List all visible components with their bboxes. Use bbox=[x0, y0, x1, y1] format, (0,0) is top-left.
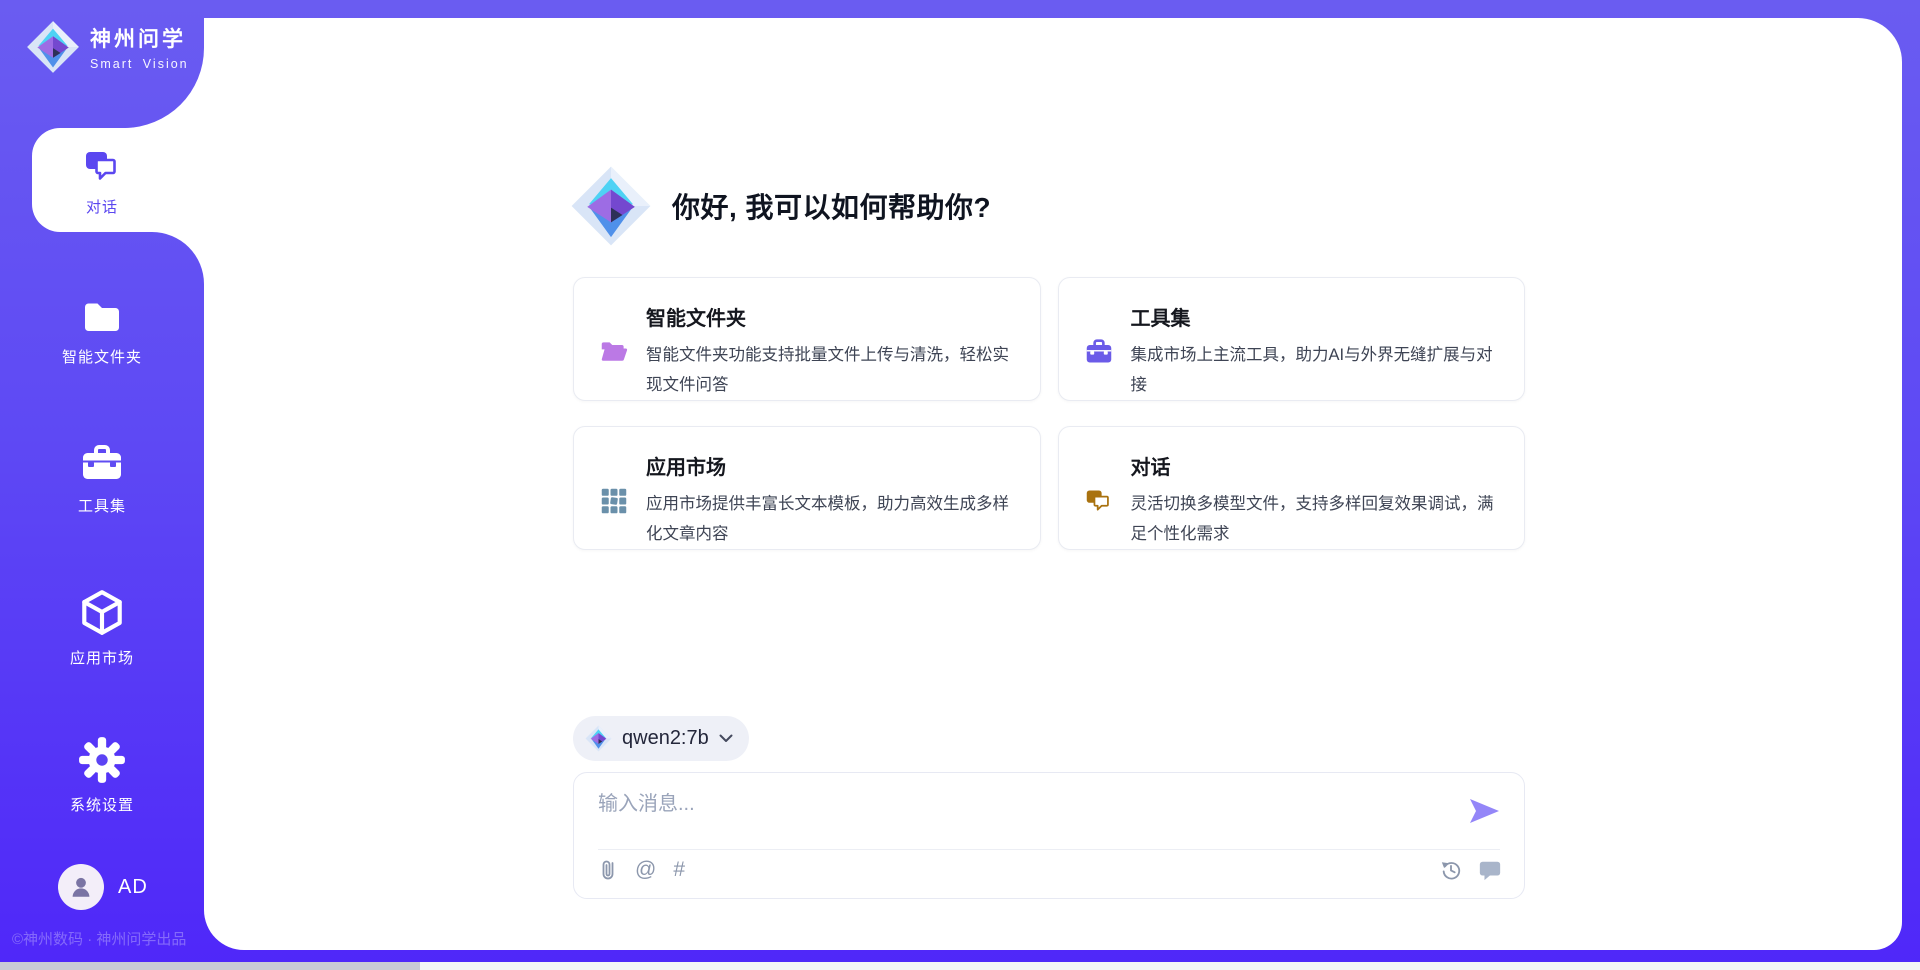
grid-icon bbox=[600, 453, 628, 549]
hashtag-icon[interactable]: # bbox=[673, 858, 685, 882]
model-selector[interactable]: qwen2:7b bbox=[573, 716, 749, 761]
scrollbar-thumb[interactable] bbox=[0, 962, 420, 970]
card-chat[interactable]: 对话 灵活切换多模型文件，支持多样回复效果调试，满足个性化需求 bbox=[1058, 426, 1526, 550]
gear-icon bbox=[77, 735, 127, 785]
toolbox-icon bbox=[79, 444, 125, 486]
model-diamond-icon bbox=[585, 725, 612, 752]
horizontal-scrollbar[interactable] bbox=[0, 962, 1920, 970]
sidebar-item-smart-folder[interactable]: 智能文件夹 bbox=[0, 284, 204, 380]
greeting-title: 你好, 我可以如何帮助你? bbox=[672, 186, 991, 226]
greeting: 你好, 我可以如何帮助你? bbox=[570, 160, 991, 252]
sidebar-item-label: 系统设置 bbox=[70, 794, 134, 815]
brand-subtitle: Smart Vision bbox=[90, 57, 189, 71]
folder-icon bbox=[79, 297, 125, 337]
card-description: 智能文件夹功能支持批量文件上传与清洗，轻松实现文件问答 bbox=[646, 340, 1014, 400]
card-description: 灵活切换多模型文件，支持多样回复效果调试，满足个性化需求 bbox=[1131, 489, 1499, 549]
toolbox-icon bbox=[1085, 304, 1113, 400]
card-title: 应用市场 bbox=[646, 451, 1014, 480]
feature-cards: 智能文件夹 智能文件夹功能支持批量文件上传与清洗，轻松实现文件问答 工具集 集成… bbox=[573, 277, 1525, 550]
brand-name: 神州问学 bbox=[90, 23, 189, 53]
brand-diamond-icon bbox=[26, 20, 80, 74]
copyright-footer: ©神州数码 · 神州问学出品 bbox=[12, 928, 186, 949]
message-input[interactable] bbox=[598, 787, 1448, 843]
chat-icon bbox=[81, 147, 123, 187]
sidebar-item-label: 应用市场 bbox=[70, 647, 134, 668]
card-description: 集成市场上主流工具，助力AI与外界无缝扩展与对接 bbox=[1131, 340, 1499, 400]
avatar bbox=[58, 864, 104, 910]
user-profile[interactable]: AD bbox=[58, 864, 148, 910]
composer-divider bbox=[598, 849, 1500, 850]
sidebar-item-chat[interactable]: 对话 bbox=[0, 134, 204, 230]
sidebar-item-app-market[interactable]: 应用市场 bbox=[0, 580, 204, 676]
card-title: 对话 bbox=[1131, 451, 1499, 480]
sidebar-item-label: 对话 bbox=[86, 196, 118, 217]
user-initials: AD bbox=[118, 876, 148, 899]
chat-icon bbox=[1085, 453, 1113, 549]
sidebar-item-label: 智能文件夹 bbox=[62, 346, 142, 367]
message-composer: @ # bbox=[573, 772, 1525, 899]
card-smart-folder[interactable]: 智能文件夹 智能文件夹功能支持批量文件上传与清洗，轻松实现文件问答 bbox=[573, 277, 1041, 401]
greeting-diamond-icon bbox=[570, 165, 652, 247]
send-icon[interactable] bbox=[1466, 793, 1502, 829]
model-name: qwen2:7b bbox=[622, 727, 709, 750]
card-toolset[interactable]: 工具集 集成市场上主流工具，助力AI与外界无缝扩展与对接 bbox=[1058, 277, 1526, 401]
brand-logo: 神州问学 Smart Vision bbox=[26, 20, 189, 74]
sidebar-item-toolset[interactable]: 工具集 bbox=[0, 432, 204, 528]
chat-bubble-icon[interactable] bbox=[1478, 858, 1502, 882]
card-description: 应用市场提供丰富长文本模板，助力高效生成多样化文章内容 bbox=[646, 489, 1014, 549]
mention-icon[interactable]: @ bbox=[635, 858, 656, 882]
sidebar-item-label: 工具集 bbox=[78, 495, 126, 516]
sidebar-item-settings[interactable]: 系统设置 bbox=[0, 727, 204, 823]
chevron-down-icon bbox=[719, 734, 733, 743]
cube-icon bbox=[78, 588, 126, 638]
folder-open-icon bbox=[600, 304, 628, 400]
card-app-market[interactable]: 应用市场 应用市场提供丰富长文本模板，助力高效生成多样化文章内容 bbox=[573, 426, 1041, 550]
card-title: 智能文件夹 bbox=[646, 302, 1014, 331]
sidebar: 神州问学 Smart Vision 对话 智能文件夹 工具集 bbox=[0, 0, 204, 970]
history-icon[interactable] bbox=[1440, 859, 1462, 881]
person-icon bbox=[67, 873, 95, 901]
attachment-icon[interactable] bbox=[598, 858, 618, 882]
card-title: 工具集 bbox=[1131, 302, 1499, 331]
